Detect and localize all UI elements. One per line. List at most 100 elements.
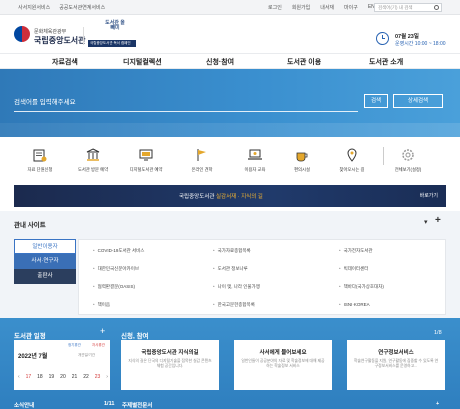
related-link[interactable]: 국가전자도서관	[339, 248, 373, 254]
calendar-more-icon[interactable]: +	[100, 326, 105, 336]
subject-title: 주제별전문서	[122, 403, 153, 409]
legend-temporary-closed: 자사휴관	[92, 343, 105, 347]
related-link[interactable]: 책바다(국가상호대차)	[339, 284, 384, 290]
search-button[interactable]: 검색	[364, 94, 388, 108]
monitor-icon	[139, 149, 153, 161]
participation-pager: 1/8	[434, 330, 442, 336]
library-logo-name[interactable]: 국립중앙도서관	[34, 35, 86, 46]
signup-link[interactable]: 회원가입	[292, 4, 310, 11]
quick-item-view-all[interactable]: 전체보기(설정)	[386, 147, 430, 173]
calendar-days-row: ‹ 17 18 19 20 21 22 23 ›	[18, 374, 108, 380]
calendar-day[interactable]: 19	[49, 374, 55, 380]
calendar-day[interactable]: 23	[95, 374, 101, 380]
campaign-title: 도서관 올빼미	[105, 20, 125, 31]
related-link[interactable]: 한국고문헌종합목록	[213, 302, 255, 308]
next-week-icon[interactable]: ›	[106, 374, 108, 380]
nav-item-about[interactable]: 도서관 소개	[369, 57, 403, 67]
news-pager: 1/11	[104, 401, 115, 407]
quick-label: 디지털도서관 예약	[129, 167, 163, 172]
nav-item-library-use[interactable]: 도서관 이용	[287, 57, 321, 67]
prev-week-icon[interactable]: ‹	[18, 374, 20, 380]
site-header: 문화체육관광부 국립중앙도서관 도서관 올빼미 국립중앙도서관 독서 캠페인 0…	[0, 15, 460, 53]
quick-item-facilities[interactable]: 편의시설	[280, 147, 324, 173]
calendar-day[interactable]: 22	[83, 374, 89, 380]
card-description: 지식의 길은 단국의 디지털기술을 접목한 실감 콘텐츠 체험 공간입니다.	[128, 359, 212, 368]
util-link-librarian[interactable]: 사서지원서비스	[18, 4, 50, 11]
related-sites-toggle-icon[interactable]: ▾	[424, 218, 428, 226]
participation-title: 신청, 참여	[121, 333, 149, 340]
related-link[interactable]: 도서관 정보나루	[213, 266, 248, 272]
quick-label: 도서관 방문 예약	[77, 167, 109, 172]
participation-card[interactable]: 사서에게 물어보세요 일반인들이 공공분야의 자료 및 학술정보에 대해 제공하…	[234, 340, 332, 390]
related-link[interactable]: 나이 맺, 나라 인물가맹	[213, 284, 260, 290]
calendar-title: 도서관 일정	[14, 333, 46, 340]
site-search-input[interactable]: 검색어(기) 내 검색	[374, 3, 442, 12]
quick-item-directions[interactable]: 찾아오시는 길	[330, 147, 374, 173]
related-sites-plus-icon[interactable]: +	[435, 215, 441, 226]
clock-icon	[376, 32, 389, 45]
quick-label: 편의시설	[294, 167, 310, 172]
ministry-name: 문화체육관광부	[34, 29, 67, 35]
tab-publisher[interactable]: 출판사	[14, 269, 76, 284]
laptop-icon	[248, 149, 262, 160]
site-search-placeholder: 검색어(기) 내 검색	[378, 5, 413, 10]
legend-open-period: 개관일/기간	[78, 353, 96, 357]
nav-item-digital-collection[interactable]: 디지털컬렉션	[123, 57, 162, 67]
quick-label: 찾아오시는 길	[339, 167, 365, 172]
campaign-logo[interactable]: 도서관 올빼미 국립중앙도서관 독서 캠페인	[88, 21, 138, 49]
main-search-input[interactable]: 검색어를 입력해주세요	[14, 96, 76, 106]
related-link[interactable]: 국가자료종합목록	[213, 248, 251, 254]
quick-item-material-request[interactable]: 자료 단원신청	[18, 147, 62, 173]
calendar-day[interactable]: 17	[26, 374, 32, 380]
nav-item-search[interactable]: 자료검색	[52, 57, 78, 67]
museum-icon	[86, 148, 100, 161]
related-link[interactable]: 빅데이터센터	[339, 266, 369, 272]
quick-item-online-tour[interactable]: 온라인 견학	[180, 147, 224, 173]
advanced-search-button[interactable]: 상세검색	[393, 94, 443, 108]
card-title: 국립중앙도서관 지식의길	[141, 350, 199, 356]
banner-more-link[interactable]: 바로가기	[420, 192, 438, 199]
news-title: 소식안내	[14, 403, 35, 409]
related-sites-tabs: 일반이용자 사서·연구자 출판사	[14, 239, 76, 284]
card-title: 사서에게 물어보세요	[259, 350, 307, 356]
coffee-icon	[296, 152, 308, 162]
calendar-day[interactable]: 21	[72, 374, 78, 380]
banner-prefix: 국립중앙도서관	[179, 194, 215, 200]
book-form-icon	[33, 149, 47, 162]
tab-librarian-researcher[interactable]: 사서·연구자	[14, 254, 76, 269]
banner-highlight: 실감서재 · 지식의 길	[215, 194, 263, 200]
participation-card[interactable]: 연구정보서비스 학술연구활동을 지원, 연구활동에 집중할 수 있도록 연구정보…	[347, 340, 445, 390]
util-link-public-library[interactable]: 공공도서관연계서비스	[59, 4, 105, 11]
related-sites-section: 관내 사이트 ▾ + 일반이용자 사서·연구자 출판사 COVID-19도서관 …	[0, 211, 460, 318]
login-link[interactable]: 로그인	[268, 4, 282, 11]
subject-more-icon[interactable]: +	[436, 401, 439, 407]
government-emblem-icon[interactable]	[14, 26, 30, 42]
quick-label: 자료 단원신청	[27, 167, 53, 172]
quick-menu-divider	[383, 147, 384, 165]
quick-item-digital-reservation[interactable]: 디지털도서관 예약	[124, 147, 168, 173]
calendar-day[interactable]: 20	[60, 374, 66, 380]
quick-menu: 자료 단원신청 도서관 방문 예약 디지털도서관 예약 온라인 견학 이용자 교…	[0, 137, 460, 185]
related-link[interactable]: COVID-19도서관 서비스	[93, 248, 145, 254]
participation-card[interactable]: 국립중앙도서관 지식의길 지식의 길은 단국의 디지털기술을 접목한 실감 콘텐…	[121, 340, 219, 390]
opening-hours: 운영시간 10:00 ~ 18:00	[395, 41, 446, 47]
hero-search-area: 검색어를 입력해주세요 검색 상세검색	[0, 69, 460, 137]
main-navigation: 자료검색 디지털컬렉션 신청·참여 도서관 이용 도서관 소개	[0, 53, 460, 69]
utility-left-links: 사서지원서비스 공공도서관연계서비스	[18, 4, 105, 11]
nav-item-participation[interactable]: 신청·참여	[206, 57, 234, 67]
legend-regular-closed: 정기휴관	[68, 343, 81, 347]
related-link[interactable]: 책이음	[93, 302, 110, 308]
quick-item-user-education[interactable]: 이용자 교육	[233, 147, 277, 173]
search-icon[interactable]	[434, 5, 439, 10]
calendar-day[interactable]: 18	[37, 374, 43, 380]
quick-label: 이용자 교육	[244, 167, 266, 172]
quick-item-visit-reservation[interactable]: 도서관 방문 예약	[71, 147, 115, 173]
related-link[interactable]: ISNI·KOREA	[339, 302, 370, 307]
related-link[interactable]: 대한민국신문아카이브	[93, 266, 139, 272]
my-library-link[interactable]: 내서재	[320, 4, 334, 11]
bottom-section: 도서관 일정 + 정기휴관 자사휴관 개관일/기간 2022년 7월 ‹ 17 …	[0, 318, 460, 409]
tab-general-user[interactable]: 일반이용자	[14, 239, 76, 254]
related-link[interactable]: 협력판결문(OASIS)	[93, 284, 135, 290]
my-page-link[interactable]: 마이구	[344, 4, 358, 11]
promo-banner[interactable]: 국립중앙도서관 실감서재 · 지식의 길 바로가기	[14, 185, 446, 207]
